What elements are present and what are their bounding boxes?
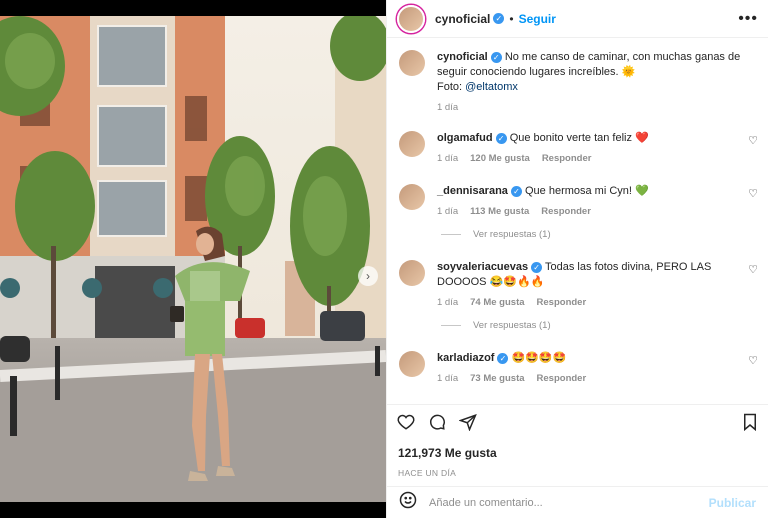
bookmark-icon[interactable] [742, 413, 758, 436]
comment-username[interactable]: olgamafud [437, 132, 493, 144]
separator-dot: • [509, 11, 514, 26]
comment-icon[interactable] [428, 413, 446, 436]
send-icon[interactable] [458, 413, 477, 436]
view-replies[interactable]: Ver respuestas (1) [441, 320, 758, 331]
comment-block: soyvaleriacuevas ✓ Todas las fotos divina… [399, 260, 758, 331]
heart-icon[interactable]: ♡ [748, 134, 758, 147]
comment-likes[interactable]: 73 Me gusta [470, 373, 524, 384]
reply-button[interactable]: Responder [537, 373, 587, 384]
verified-badge-icon: ✓ [510, 185, 522, 197]
comments-list: cynoficial ✓ No me canso de caminar, con … [387, 38, 768, 404]
verified-badge-icon: ✓ [493, 13, 505, 24]
comment-age[interactable]: 1 día [437, 297, 458, 308]
more-horizontal-icon[interactable]: ••• [738, 10, 758, 28]
verified-badge-icon: ✓ [490, 51, 502, 63]
carousel-next-button[interactable]: › [358, 266, 378, 286]
caption-username[interactable]: cynoficial [437, 51, 488, 63]
avatar[interactable] [397, 4, 425, 33]
post-author-username[interactable]: cynoficial [435, 12, 490, 26]
post-header: cynoficial ✓ • Seguir ••• [387, 0, 768, 38]
comment-age[interactable]: 1 día [437, 206, 458, 217]
comment: _dennisarana ✓ Que hermosa mi Cyn! 💚 1 día… [399, 184, 758, 217]
heart-icon[interactable]: ♡ [748, 354, 758, 367]
comment-input[interactable] [429, 496, 709, 509]
comment: karladiazof ✓ 🤩🤩🤩🤩 1 día 73 Me gusta Respond… [399, 351, 758, 384]
heart-icon[interactable]: ♡ [748, 187, 758, 200]
photo-credit-mention[interactable]: @eltatomx [465, 81, 518, 93]
follow-button[interactable]: Seguir [519, 12, 556, 26]
reply-button[interactable]: Responder [541, 206, 591, 217]
photo-credit-label: Foto: [437, 81, 463, 93]
comment-text: Que hermosa mi Cyn! 💚 [524, 185, 649, 197]
replies-divider [441, 234, 461, 235]
avatar[interactable] [399, 260, 425, 286]
instagram-post-modal: › cynoficial ✓ • Seguir ••• cynoficial ✓ … [0, 0, 768, 518]
publish-button[interactable]: Publicar [709, 496, 756, 510]
comment-likes[interactable]: 113 Me gusta [470, 206, 529, 217]
chevron-right-icon: › [366, 269, 370, 283]
comment-likes[interactable]: 74 Me gusta [470, 297, 524, 308]
comment-text: 🤩🤩🤩🤩 [511, 352, 567, 364]
view-replies-label[interactable]: Ver respuestas (1) [473, 229, 551, 240]
comment-block: olgamafud ✓ Que bonito verte tan feliz ❤️… [399, 131, 758, 164]
street-photo-illustration [0, 16, 386, 502]
comment-text: Que bonito verte tan feliz ❤️ [509, 132, 649, 144]
emoji-icon[interactable] [399, 491, 417, 514]
avatar[interactable] [399, 184, 425, 210]
post-date: HACE UN DÍA [398, 468, 457, 478]
post-caption: cynoficial ✓ No me canso de caminar, con … [399, 50, 758, 113]
comment-block: karladiazof ✓ 🤩🤩🤩🤩 1 día 73 Me gusta Respond… [399, 351, 758, 384]
avatar[interactable] [399, 351, 425, 377]
reply-button[interactable]: Responder [537, 297, 587, 308]
likes-count[interactable]: 121,973 Me gusta [387, 446, 768, 460]
heart-icon[interactable]: ♡ [748, 263, 758, 276]
action-bar [387, 404, 768, 444]
comment: olgamafud ✓ Que bonito verte tan feliz ❤️… [399, 131, 758, 164]
view-replies-label[interactable]: Ver respuestas (1) [473, 320, 551, 331]
comment-age[interactable]: 1 día [437, 153, 458, 164]
comment-age[interactable]: 1 día [437, 373, 458, 384]
replies-divider [441, 325, 461, 326]
caption-age[interactable]: 1 día [437, 102, 458, 113]
avatar[interactable] [399, 50, 425, 76]
comment: soyvaleriacuevas ✓ Todas las fotos divina… [399, 260, 758, 308]
comment-composer: Publicar [387, 486, 768, 518]
comment-username[interactable]: _dennisarana [437, 185, 508, 197]
reply-button[interactable]: Responder [542, 153, 592, 164]
comment-username[interactable]: soyvaleriacuevas [437, 261, 528, 273]
heart-icon[interactable] [397, 413, 415, 436]
verified-badge-icon: ✓ [531, 261, 543, 273]
post-media: › [0, 0, 386, 518]
view-replies[interactable]: Ver respuestas (1) [441, 229, 758, 240]
avatar[interactable] [399, 131, 425, 157]
verified-badge-icon: ✓ [497, 352, 509, 364]
comment-block: _dennisarana ✓ Que hermosa mi Cyn! 💚 1 día… [399, 184, 758, 240]
post-photo[interactable]: › [0, 16, 386, 502]
comment-username[interactable]: karladiazof [437, 352, 494, 364]
verified-badge-icon: ✓ [495, 132, 507, 144]
post-sidebar: cynoficial ✓ • Seguir ••• cynoficial ✓ No… [386, 0, 768, 518]
comment-likes[interactable]: 120 Me gusta [470, 153, 530, 164]
comment-container: olgamafud ✓ Que bonito verte tan feliz ❤️… [399, 131, 758, 384]
